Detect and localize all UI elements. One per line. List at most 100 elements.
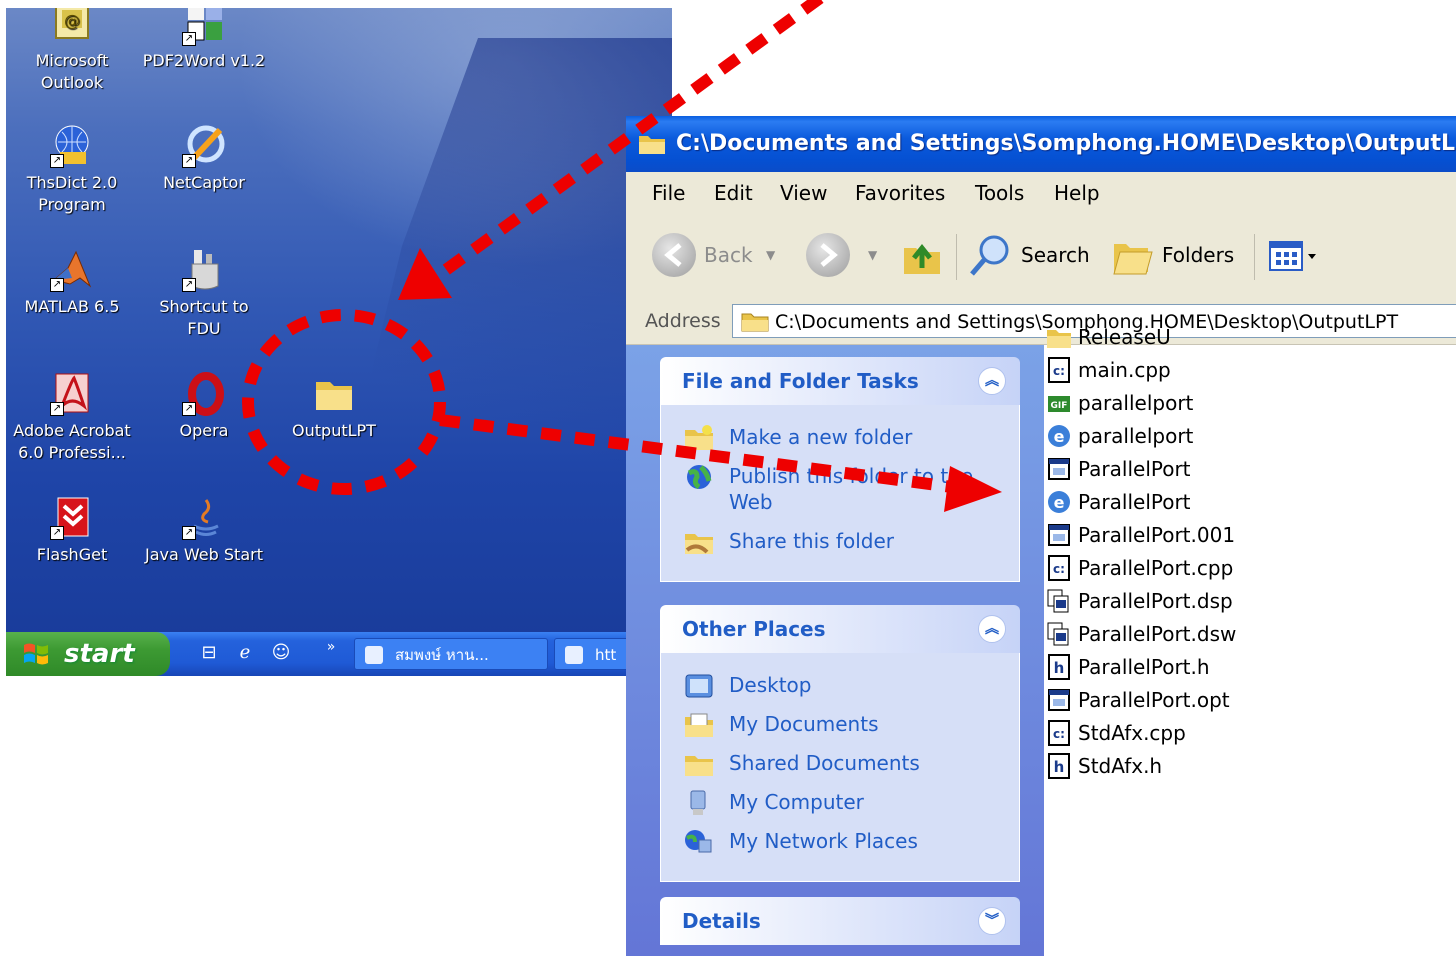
start-label: start (64, 639, 135, 669)
menu-file[interactable]: File (652, 172, 685, 214)
publish-folder-link[interactable]: Publish this folder to the Web (661, 463, 1019, 515)
taskbar-task-button[interactable]: สมพงษ์ หาน... (354, 638, 548, 670)
desktop-icon-pdf2word[interactable]: ↗ PDF2Word v1.2 (142, 8, 266, 72)
share-folder-link[interactable]: Share this folder (661, 528, 1019, 554)
panel-header[interactable]: Details ︾ (660, 897, 1020, 945)
list-item[interactable]: ParallelPort.dsp (1046, 585, 1233, 617)
desktop-icon-flashget[interactable]: ↗ FlashGet (10, 496, 134, 566)
app-window-file-icon (1048, 524, 1070, 546)
menu-tools[interactable]: Tools (975, 172, 1024, 214)
desktop-icon-thsdict[interactable]: ↗ ThsDict 2.0 Program (10, 124, 134, 216)
list-item[interactable]: c: StdAfx.cpp (1046, 717, 1186, 749)
file-name: ParallelPort.001 (1078, 523, 1236, 547)
list-item[interactable]: e parallelport (1046, 420, 1193, 452)
menu-bar: File Edit View Favorites Tools Help (626, 172, 1456, 215)
pdf2word-icon: ↗ (182, 8, 226, 46)
forward-arrow-icon[interactable] (806, 233, 850, 277)
list-item[interactable]: ParallelPort (1046, 453, 1191, 485)
place-my-computer-link[interactable]: My Computer (661, 789, 1019, 815)
folders-icon[interactable] (1110, 234, 1156, 278)
menu-edit[interactable]: Edit (714, 172, 753, 214)
list-item[interactable]: c: ParallelPort.cpp (1046, 552, 1233, 584)
other-places-panel: Other Places ︽ Desktop My Documents Shar… (660, 605, 1020, 882)
link-text: Share this folder (729, 529, 894, 553)
back-dropdown-icon[interactable]: ▼ (766, 230, 775, 280)
list-item[interactable]: GIF parallelport (1046, 387, 1193, 419)
forward-dropdown-icon[interactable]: ▼ (868, 230, 877, 280)
search-icon[interactable] (968, 232, 1014, 278)
title-bar[interactable]: C:\Documents and Settings\Somphong.HOME\… (626, 116, 1456, 172)
folders-button[interactable]: Folders (1162, 230, 1234, 280)
list-item[interactable]: h StdAfx.h (1046, 750, 1162, 782)
desktop-icon-opera[interactable]: ↗ Opera (142, 372, 266, 442)
internet-explorer-icon[interactable]: ℯ (232, 640, 258, 666)
desktop-icon-outputlpt[interactable]: OutputLPT (272, 372, 396, 442)
new-folder-icon (685, 425, 713, 450)
search-button[interactable]: Search (1021, 230, 1090, 280)
collapse-chevron-icon[interactable]: ︽ (978, 367, 1006, 395)
menu-view[interactable]: View (780, 172, 827, 214)
start-button[interactable]: start (6, 632, 170, 676)
show-desktop-icon[interactable]: ⊟ (196, 640, 222, 666)
list-item[interactable]: c: main.cpp (1046, 354, 1171, 386)
desktop-icon-acrobat[interactable]: ↗ Adobe Acrobat 6.0 Professi... (10, 372, 134, 464)
file-name: StdAfx.cpp (1078, 721, 1186, 745)
list-item[interactable]: h ParallelPort.h (1046, 651, 1210, 683)
fdu-icon: ↗ (182, 248, 226, 292)
desktop-icon-outlook[interactable]: @ Microsoft Outlook (10, 8, 134, 94)
panel-header[interactable]: Other Places ︽ (660, 605, 1020, 653)
place-my-network-places-link[interactable]: My Network Places (661, 828, 1019, 854)
details-panel: Details ︾ (660, 897, 1020, 945)
flashget-icon: ↗ (50, 496, 94, 540)
task-label: สมพงษ์ หาน... (395, 646, 489, 664)
list-item[interactable]: e ParallelPort (1046, 486, 1191, 518)
make-new-folder-link[interactable]: Make a new folder (661, 424, 1019, 450)
back-button[interactable]: Back (704, 230, 753, 280)
place-desktop-link[interactable]: Desktop (661, 672, 1019, 698)
desktop-icon-label: PDF2Word v1.2 (142, 51, 266, 70)
file-name: parallelport (1078, 391, 1194, 415)
shortcut-arrow-icon: ↗ (182, 526, 196, 540)
list-item[interactable]: ReleaseU (1046, 321, 1171, 353)
desktop-icon-netcaptor[interactable]: ↗ NetCaptor (142, 124, 266, 194)
desktop-icon-matlab[interactable]: ↗ MATLAB 6.5 (10, 248, 134, 318)
menu-favorites[interactable]: Favorites (855, 172, 945, 214)
file-name: parallelport (1078, 424, 1194, 448)
quicklaunch-more-icon[interactable]: » (318, 634, 344, 660)
matlab-icon: ↗ (50, 248, 94, 292)
netcaptor-icon: ↗ (182, 124, 226, 168)
up-folder-icon[interactable] (900, 234, 944, 278)
messenger-icon[interactable]: ☺ (268, 640, 294, 666)
link-text: My Network Places (729, 829, 918, 853)
cpp-file-icon: c: (1048, 555, 1070, 581)
outlook-icon: @ (50, 8, 94, 46)
desktop-icon-java[interactable]: ↗ Java Web Start (142, 496, 266, 566)
expand-chevron-icon[interactable]: ︾ (978, 907, 1006, 935)
collapse-chevron-icon[interactable]: ︽ (978, 615, 1006, 643)
app-window-file-icon (1048, 689, 1070, 711)
list-item[interactable]: ParallelPort.001 (1046, 519, 1235, 551)
dsw-file-icon (1047, 622, 1069, 646)
file-name: main.cpp (1078, 358, 1171, 382)
menu-help[interactable]: Help (1054, 172, 1100, 214)
desktop-icon-label: OutputLPT (292, 421, 376, 440)
list-item[interactable]: ParallelPort.dsw (1046, 618, 1236, 650)
file-name: ParallelPort.dsw (1078, 622, 1237, 646)
desktop-icon-fdu[interactable]: ↗ Shortcut to FDU (142, 248, 266, 340)
svg-text:c:: c: (1053, 364, 1065, 378)
back-arrow-icon[interactable] (652, 233, 696, 277)
views-icon[interactable] (1268, 236, 1322, 276)
place-my-documents-link[interactable]: My Documents (661, 711, 1019, 737)
h-file-icon: h (1048, 654, 1070, 680)
place-shared-documents-link[interactable]: Shared Documents (661, 750, 1019, 776)
link-text: Desktop (729, 673, 812, 697)
globe-icon (687, 465, 712, 490)
desktop-icon-label: Microsoft Outlook (35, 51, 109, 92)
list-item[interactable]: ParallelPort.opt (1046, 684, 1230, 716)
toolbar: Back ▼ ▼ Search Folders (626, 214, 1456, 299)
h-file-icon: h (1048, 753, 1070, 779)
shortcut-arrow-icon: ↗ (182, 402, 196, 416)
my-computer-icon (690, 790, 706, 815)
panel-title: Details (682, 909, 761, 933)
panel-header[interactable]: File and Folder Tasks ︽ (660, 357, 1020, 405)
